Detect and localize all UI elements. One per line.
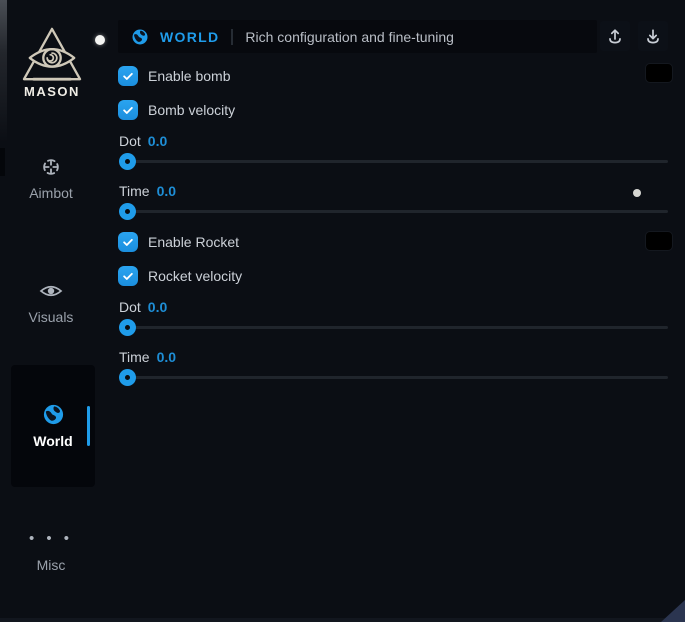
rocket-time-slider[interactable] — [119, 369, 668, 386]
slider-value: 0.0 — [157, 183, 176, 199]
slider-name: Dot — [119, 299, 141, 315]
eye-icon — [39, 280, 63, 302]
upload-config-button[interactable] — [600, 21, 630, 51]
slider-track[interactable] — [119, 160, 668, 163]
rocket-velocity-checkbox[interactable] — [118, 266, 138, 286]
globe-icon — [131, 28, 149, 46]
active-tab-indicator — [87, 406, 90, 446]
slider-value: 0.0 — [157, 349, 176, 365]
slider-track[interactable] — [119, 210, 668, 213]
checkmark-icon — [121, 103, 135, 117]
slider-value: 0.0 — [148, 133, 167, 149]
rocket-dot-slider[interactable] — [119, 319, 668, 336]
slider-thumb-dot — [125, 209, 130, 214]
sidebar-item-label: Aimbot — [29, 185, 73, 201]
slider-thumb-dot — [125, 375, 130, 380]
screen-edge-notch — [0, 148, 5, 176]
screen-edge-artifact — [0, 0, 7, 150]
rocket-velocity-row: Rocket velocity — [118, 266, 242, 286]
checkmark-icon — [121, 69, 135, 83]
header-divider — [231, 29, 233, 45]
slider-thumb-dot — [125, 325, 130, 330]
checkmark-icon — [121, 235, 135, 249]
crosshair-icon — [40, 156, 62, 178]
upload-icon — [607, 28, 623, 44]
rocket-dot-slider-label: Dot 0.0 — [119, 299, 167, 315]
enable-bomb-checkbox[interactable] — [118, 66, 138, 86]
page-title: WORLD — [160, 29, 219, 45]
slider-name: Dot — [119, 133, 141, 149]
bomb-velocity-row: Bomb velocity — [118, 100, 235, 120]
sidebar-item-aimbot[interactable]: Aimbot — [9, 156, 93, 201]
bomb-velocity-checkbox[interactable] — [118, 100, 138, 120]
enable-bomb-keybind-box[interactable] — [645, 63, 673, 83]
sidebar-item-label: Visuals — [29, 309, 74, 325]
page-subtitle: Rich configuration and fine-tuning — [245, 29, 454, 45]
download-config-button[interactable] — [638, 21, 668, 51]
sidebar-item-label: World — [33, 433, 72, 449]
slider-value: 0.0 — [148, 299, 167, 315]
slider-track[interactable] — [119, 376, 668, 379]
slider-name: Time — [119, 183, 150, 199]
enable-rocket-row: Enable Rocket — [118, 232, 239, 252]
masonic-eye-icon — [20, 26, 84, 84]
sidebar-item-label: Misc — [37, 557, 66, 573]
bomb-velocity-label: Bomb velocity — [148, 102, 235, 118]
slider-name: Time — [119, 349, 150, 365]
cursor-dot — [95, 35, 105, 45]
logo-text: MASON — [10, 84, 94, 99]
window-bottom-edge — [0, 618, 685, 622]
enable-bomb-label: Enable bomb — [148, 68, 231, 84]
globe-icon — [42, 403, 65, 425]
sidebar-item-visuals[interactable]: Visuals — [9, 280, 93, 325]
bomb-time-slider[interactable] — [119, 203, 668, 220]
enable-rocket-checkbox[interactable] — [118, 232, 138, 252]
enable-rocket-keybind-box[interactable] — [645, 231, 673, 251]
bomb-time-slider-label: Time 0.0 — [119, 183, 176, 199]
enable-bomb-row: Enable bomb — [118, 66, 231, 86]
rocket-velocity-label: Rocket velocity — [148, 268, 242, 284]
bomb-dot-slider-label: Dot 0.0 — [119, 133, 167, 149]
slider-thumb[interactable] — [119, 153, 136, 170]
slider-thumb[interactable] — [119, 203, 136, 220]
sidebar-item-world[interactable]: World — [11, 365, 95, 487]
ellipsis-icon: • • • — [29, 528, 73, 550]
checkmark-icon — [121, 269, 135, 283]
slider-track[interactable] — [119, 326, 668, 329]
page-header: WORLD Rich configuration and fine-tuning — [118, 20, 597, 53]
sidebar-item-misc[interactable]: • • • Misc — [9, 528, 93, 573]
slider-thumb-dot — [125, 159, 130, 164]
enable-rocket-label: Enable Rocket — [148, 234, 239, 250]
rocket-time-slider-label: Time 0.0 — [119, 349, 176, 365]
download-icon — [645, 28, 661, 44]
mason-menu-window: MASON Aimbot Visuals World — [0, 0, 685, 622]
bomb-dot-slider[interactable] — [119, 153, 668, 170]
cursor-dot — [633, 189, 641, 197]
slider-thumb[interactable] — [119, 319, 136, 336]
slider-thumb[interactable] — [119, 369, 136, 386]
